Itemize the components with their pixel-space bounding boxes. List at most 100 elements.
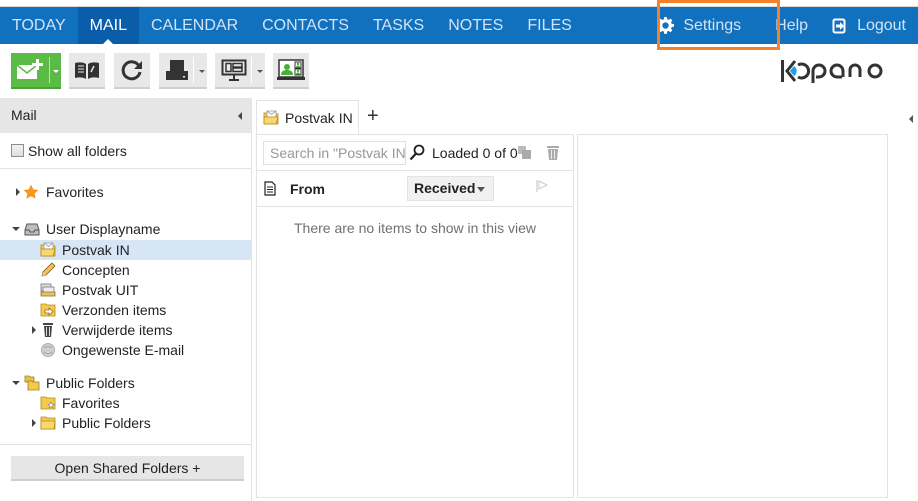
- flag-icon[interactable]: [535, 179, 549, 193]
- split-divider: [193, 57, 194, 83]
- show-all-folders-label: Show all folders: [28, 142, 127, 159]
- tree-item-verzonden-items[interactable]: Verzonden items: [0, 300, 251, 320]
- refresh-icon: [121, 60, 142, 81]
- settings-button[interactable]: Settings: [633, 7, 763, 44]
- tree-item-public-folders-root[interactable]: Public Folders: [0, 373, 251, 393]
- nav-right-group: Settings Help Logout: [633, 7, 918, 44]
- show-all-folders[interactable]: Show all folders: [0, 133, 251, 169]
- printer-icon: [166, 60, 188, 80]
- print-button[interactable]: [159, 53, 207, 89]
- layout-dropdown[interactable]: [257, 70, 263, 73]
- search-icon[interactable]: [409, 144, 425, 161]
- help-button[interactable]: Help: [763, 7, 818, 44]
- tree-item-user-displayname[interactable]: User Displayname: [0, 219, 251, 239]
- new-mail-dropdown[interactable]: [53, 70, 59, 73]
- tree-item-favorites[interactable]: Favorites: [0, 182, 251, 202]
- expand-toggle[interactable]: [32, 326, 36, 334]
- new-mail-button[interactable]: [11, 53, 61, 89]
- expand-toggle[interactable]: [32, 419, 36, 427]
- expand-toggle[interactable]: [16, 188, 20, 196]
- settings-label: Settings: [683, 17, 742, 34]
- kopano-logo: kopano: [781, 60, 883, 83]
- nav-contacts[interactable]: CONTACTS: [250, 7, 361, 44]
- tree-item-public-folders[interactable]: Public Folders: [0, 413, 251, 433]
- outbox-icon: [40, 283, 56, 297]
- nav-notes[interactable]: NOTES: [436, 7, 515, 44]
- message-list-panel: Loaded 0 of 0 From Received There are no…: [256, 134, 574, 498]
- monitor-layout-icon: [221, 59, 247, 81]
- reading-pane: [577, 134, 888, 498]
- tree-item-verwijderde-items[interactable]: Verwijderde items: [0, 320, 251, 340]
- tab-postvak-in[interactable]: Postvak IN: [256, 100, 359, 135]
- collapse-toggle[interactable]: [12, 381, 20, 385]
- show-all-folders-checkbox[interactable]: [11, 144, 24, 157]
- nav-mail[interactable]: MAIL: [77, 7, 139, 44]
- sidebar-header: Mail: [0, 98, 251, 133]
- nav-files[interactable]: FILES: [515, 7, 583, 44]
- delete-icon[interactable]: [546, 145, 560, 161]
- split-divider: [49, 57, 50, 83]
- open-shared-folders-button[interactable]: Open Shared Folders +: [11, 456, 244, 481]
- logout-label: Logout: [857, 17, 906, 34]
- print-dropdown[interactable]: [199, 70, 205, 73]
- address-book-button[interactable]: [69, 53, 105, 89]
- list-column-header: From Received: [257, 171, 573, 207]
- tree-label: Favorites: [46, 184, 104, 200]
- tree-label: Public Folders: [62, 415, 151, 431]
- sidebar-title: Mail: [11, 107, 37, 123]
- favorites-folder-icon: [40, 396, 56, 410]
- tree-item-postvak-uit[interactable]: Postvak UIT: [0, 280, 251, 300]
- list-toolbar: Loaded 0 of 0: [257, 135, 573, 171]
- junk-icon: [41, 343, 55, 357]
- refresh-button[interactable]: [114, 53, 150, 89]
- star-icon: [23, 184, 39, 199]
- folder-icon: [40, 416, 56, 430]
- app-nav: TODAY MAIL CALENDAR CONTACTS TASKS NOTES…: [0, 7, 584, 44]
- tree-label: Concepten: [62, 262, 130, 278]
- document-icon: [264, 181, 276, 196]
- logout-button[interactable]: Logout: [818, 7, 918, 44]
- nav-tasks[interactable]: TASKS: [361, 7, 436, 44]
- inbox-folder-icon: [40, 242, 56, 257]
- meeting-button[interactable]: [273, 53, 309, 89]
- tree-label: Postvak UIT: [62, 282, 139, 298]
- video-meeting-icon: [277, 59, 305, 80]
- chevron-down-icon: [477, 187, 485, 192]
- inbox-tray-icon: [24, 223, 40, 236]
- search-input[interactable]: [263, 141, 406, 165]
- logout-icon: [832, 18, 846, 33]
- toolbar: kopano: [0, 44, 918, 98]
- collapse-sidebar-icon[interactable]: [238, 112, 242, 120]
- gear-icon: [657, 17, 675, 34]
- tree-label: Ongewenste E-mail: [62, 342, 185, 358]
- tree-label: Favorites: [62, 395, 120, 411]
- public-folders-icon: [24, 375, 40, 391]
- tree-item-concepten[interactable]: Concepten: [0, 260, 251, 280]
- tree-item-public-favorites[interactable]: Favorites: [0, 393, 251, 413]
- tree-label: User Displayname: [46, 221, 161, 237]
- sidebar: Mail Show all folders Favorites User Dis…: [0, 98, 252, 501]
- tree-label: Verwijderde items: [62, 322, 173, 338]
- copy-icon[interactable]: [518, 146, 532, 160]
- empty-list-message: There are no items to show in this view: [294, 220, 536, 236]
- nav-today[interactable]: TODAY: [0, 7, 78, 44]
- tree-item-postvak-in[interactable]: Postvak IN: [0, 240, 251, 260]
- nav-calendar[interactable]: CALENDAR: [139, 7, 250, 44]
- add-tab-button[interactable]: +: [367, 106, 379, 126]
- sidebar-divider: [0, 444, 251, 445]
- sent-folder-icon: [40, 303, 56, 317]
- layout-button[interactable]: [215, 53, 265, 89]
- pencil-icon: [41, 262, 56, 277]
- tree-label: Public Folders: [46, 375, 135, 391]
- from-column-header[interactable]: From: [290, 181, 325, 197]
- collapse-right-panel-icon[interactable]: [909, 115, 913, 123]
- received-sort-button[interactable]: Received: [407, 176, 494, 201]
- loaded-count: Loaded 0 of 0: [432, 145, 518, 161]
- trash-icon: [43, 323, 53, 337]
- tree-item-ongewenste-email[interactable]: Ongewenste E-mail: [0, 340, 251, 360]
- tree-label: Verzonden items: [62, 302, 167, 318]
- tree-label: Postvak IN: [62, 242, 130, 258]
- collapse-toggle[interactable]: [12, 227, 20, 231]
- received-label: Received: [414, 180, 476, 196]
- book-icon: [75, 62, 99, 79]
